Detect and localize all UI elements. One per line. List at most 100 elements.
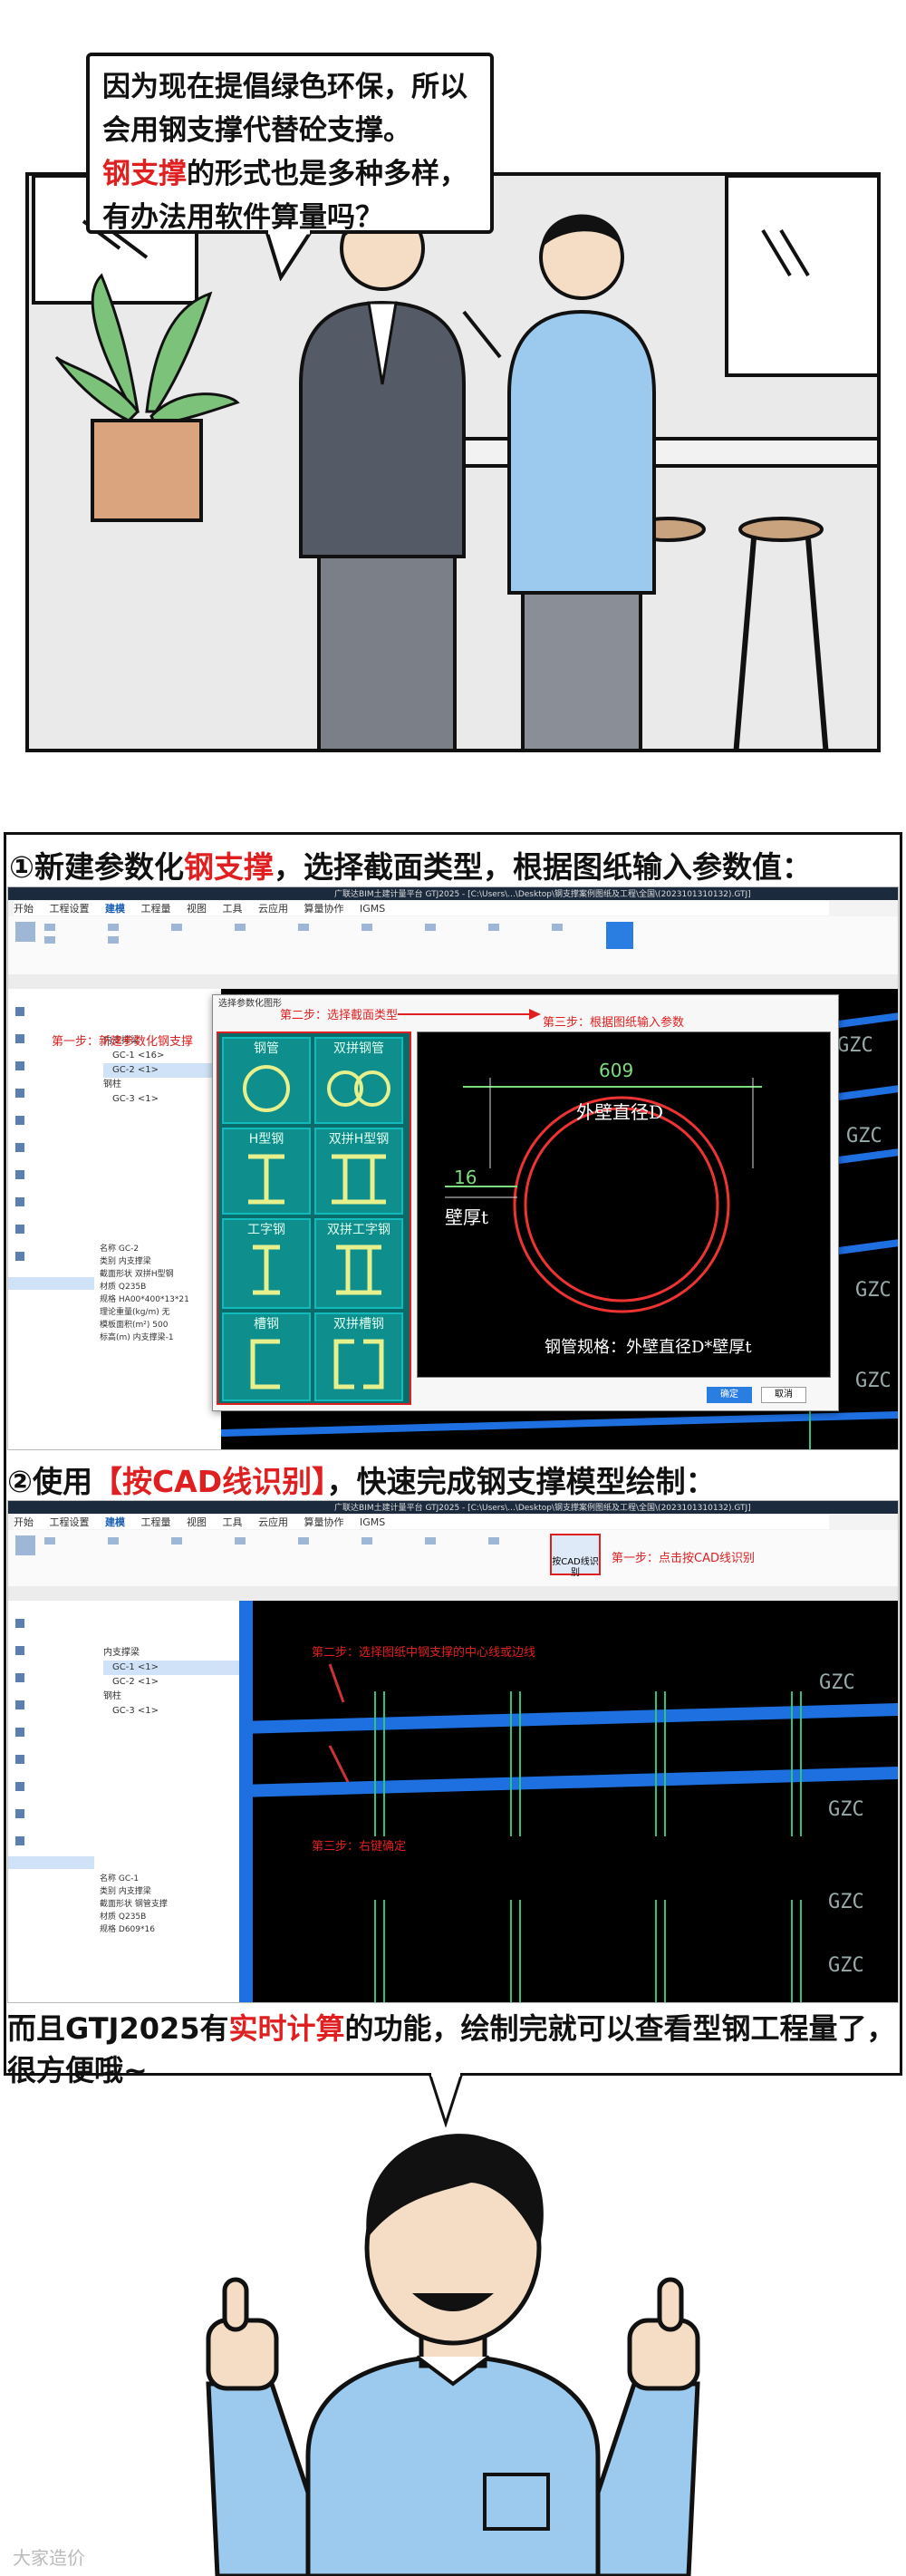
- shape-option-double-i-beam[interactable]: 双拼工字钢: [314, 1218, 403, 1309]
- gzc-label: GZC: [819, 1671, 855, 1694]
- menu-item[interactable]: 视图: [187, 903, 207, 915]
- gzc-label: GZC: [846, 1125, 882, 1148]
- menu-item[interactable]: 云应用: [258, 1516, 288, 1528]
- tree-item[interactable]: GC-3 <1>: [103, 1092, 221, 1107]
- menu-item[interactable]: IGMS: [360, 903, 385, 915]
- gzc-label: GZC: [855, 1370, 892, 1392]
- property-row: 规格 HA00*400*13*21: [100, 1295, 189, 1304]
- section1-title: ①新建参数化钢支撑，选择截面类型，根据图纸输入参数值：: [9, 843, 812, 886]
- section2-title-suffix: ，快速完成钢支撑模型绘制：: [326, 1464, 716, 1499]
- cad-lines: [226, 1601, 898, 2002]
- tree-item[interactable]: GC-1 <1>: [103, 1661, 239, 1675]
- nav-sidebar-icons: [8, 1007, 94, 1290]
- property-row: 模板面积(m²) 500: [100, 1321, 169, 1330]
- shape-option-double-h-beam[interactable]: 双拼H型钢: [314, 1128, 403, 1215]
- tree-item[interactable]: GC-2 <1>: [103, 1675, 239, 1690]
- menu-item[interactable]: 开始: [14, 903, 34, 915]
- tree-item[interactable]: 钢柱: [103, 1078, 221, 1092]
- shape-option-channel[interactable]: 槽钢: [222, 1312, 311, 1401]
- menu-item[interactable]: 算量协作: [304, 903, 344, 915]
- app-title: 广联达BIM土建计量平台 GTJ2025 - [C:\Users\...\Des…: [334, 1504, 751, 1513]
- shape-option-i-beam[interactable]: 工字钢: [222, 1218, 311, 1309]
- speech-part-1: 因为现在提倡绿色环保，所以会用钢支撑代替砼支撑。: [102, 71, 467, 147]
- ribbon-toolbar: [8, 1530, 898, 1587]
- toolbar-row: [8, 974, 898, 990]
- ribbon-icons: [15, 1535, 499, 1555]
- shape-option-double-channel[interactable]: 双拼槽钢: [314, 1312, 403, 1401]
- menu-item[interactable]: 工具: [223, 1516, 243, 1528]
- tree-item[interactable]: GC-1 <16>: [103, 1049, 221, 1063]
- spec-label: 钢管规格：外壁直径D*壁厚t: [545, 1338, 752, 1357]
- property-row: 名称 GC-2: [100, 1244, 140, 1254]
- property-row: 材质 Q235B: [100, 1283, 147, 1292]
- component-tree-panel: 内支撑梁 GC-1 <1> GC-2 <1> 钢柱 GC-3 <1> 名称 GC…: [94, 1601, 240, 2002]
- shape-option-steel-pipe[interactable]: 钢管: [222, 1037, 311, 1124]
- tree-item[interactable]: GC-2 <1>: [103, 1063, 221, 1078]
- menu-bar: 开始 工程设置 建模 工程量 视图 工具 云应用 算量协作 IGMS: [14, 901, 829, 915]
- property-row: 理论重量(kg/m) 无: [100, 1308, 170, 1317]
- shape-option-h-beam[interactable]: H型钢: [222, 1128, 311, 1215]
- app-title-bar: 广联达BIM土建计量平台 GTJ2025 - [C:\Users\...\Des…: [8, 887, 898, 900]
- step3-annotation: 第三步：根据图纸输入参数: [543, 1016, 685, 1030]
- property-row: 类别 内支撑梁: [100, 1257, 151, 1266]
- tree-item[interactable]: GC-3 <1>: [103, 1704, 239, 1719]
- toolbar-row: [8, 1586, 898, 1602]
- property-row: 规格 D609*16: [100, 1925, 155, 1934]
- watermark: 大家造价: [13, 2543, 85, 2570]
- component-tree-panel: 内支撑梁 GC-1 <16> GC-2 <1> 钢柱 GC-3 <1> 名称 G…: [94, 989, 222, 1449]
- speech-tail: [264, 230, 314, 281]
- gzc-label: GZC: [828, 1798, 864, 1821]
- speech-text: 因为现在提倡绿色环保，所以会用钢支撑代替砼支撑。 钢支撑的形式也是多种多样，有办…: [102, 65, 477, 239]
- watermark-text: 大家造价: [13, 2547, 85, 2569]
- tree-item[interactable]: 钢柱: [103, 1690, 239, 1704]
- section1-title-suffix: ，选择截面类型，根据图纸输入参数值：: [273, 849, 812, 885]
- menu-item[interactable]: 工具: [223, 903, 243, 915]
- menu-item[interactable]: 工程量: [141, 903, 171, 915]
- menu-item[interactable]: IGMS: [360, 1516, 385, 1528]
- step1-annotation: 第一步：点击按CAD线识别: [612, 1552, 755, 1565]
- shape-preview-panel: 609 外壁直径D 16 壁厚t 钢管规格：外壁直径D*壁厚t: [417, 1031, 831, 1378]
- menu-item[interactable]: 工程设置: [50, 903, 90, 915]
- menu-item[interactable]: 视图: [187, 1516, 207, 1528]
- shape-option-double-pipe[interactable]: 双拼钢管: [314, 1037, 403, 1124]
- menu-item[interactable]: 算量协作: [304, 1516, 344, 1528]
- gzc-label: GZC: [855, 1279, 892, 1302]
- section1-title-prefix: ①新建参数化: [9, 849, 184, 885]
- section2-title: ②使用【按CAD线识别】，快速完成钢支撑模型绘制：: [7, 1457, 716, 1501]
- section1-title-highlight: 钢支撑: [183, 849, 274, 885]
- property-row: 类别 内支撑梁: [100, 1887, 151, 1896]
- property-row: 名称 GC-1: [100, 1874, 140, 1884]
- step2-annotation: 第二步：选择截面类型: [280, 1009, 399, 1022]
- shape-grid: 钢管 双拼钢管 H型钢 双拼H型钢 工字钢 双拼工字钢 槽钢 双拼槽钢: [217, 1031, 411, 1405]
- office-scene-illustration: [32, 176, 877, 749]
- property-row: 截面形状 钢管支撑: [100, 1900, 168, 1909]
- menu-item[interactable]: 建模: [105, 1516, 125, 1528]
- property-table: 名称 GC-1 类别 内支撑梁 截面形状 钢管支撑 材质 Q235B 规格 D6…: [100, 1873, 234, 1936]
- nav-sidebar: [8, 1601, 95, 2002]
- ribbon-toolbar: [8, 916, 898, 975]
- property-row: 截面形状 双拼H型钢: [100, 1270, 174, 1279]
- step3-annotation: 第三步：右键确定: [312, 1840, 407, 1854]
- speech-bubble-question: 因为现在提倡绿色环保，所以会用钢支撑代替砼支撑。 钢支撑的形式也是多种多样，有办…: [86, 53, 494, 234]
- tree-item[interactable]: 内支撑梁: [103, 1646, 239, 1661]
- gzc-label: GZC: [837, 1034, 873, 1057]
- step2-annotation: 第二步：选择图纸中钢支撑的中心线或边线: [312, 1646, 536, 1660]
- ok-button[interactable]: 确定: [707, 1387, 752, 1403]
- cancel-button[interactable]: 取消: [761, 1387, 806, 1403]
- step1-annotation: 第一步：新建参数化钢支撑: [52, 1035, 194, 1049]
- menu-item[interactable]: 工程量: [141, 1516, 171, 1528]
- section2-title-highlight: 【按CAD线识别】: [92, 1464, 327, 1499]
- note-prefix: 而且GTJ2025有: [7, 2011, 229, 2046]
- menu-item[interactable]: 开始: [14, 1516, 34, 1528]
- note-highlight: 实时计算: [228, 2011, 345, 2046]
- dim-wall-label: 壁厚t: [445, 1206, 489, 1228]
- menu-item[interactable]: 工程设置: [50, 1516, 90, 1528]
- comic-panel-conversation: [25, 172, 881, 752]
- nav-sidebar-icons: [8, 1619, 94, 1869]
- menu-item[interactable]: 云应用: [258, 903, 288, 915]
- cad-drawing-area[interactable]: GZC GZC GZC GZC 第二步：选择图纸中钢支撑的中心线或边线 第三步：…: [226, 1601, 898, 2002]
- identify-by-cad-line-button[interactable]: 按CAD线识别: [550, 1534, 601, 1578]
- dim-wall-value: 16: [454, 1167, 477, 1188]
- app-title-bar: 广联达BIM土建计量平台 GTJ2025 - [C:\Users\...\Des…: [8, 1501, 898, 1514]
- menu-item[interactable]: 建模: [105, 903, 125, 915]
